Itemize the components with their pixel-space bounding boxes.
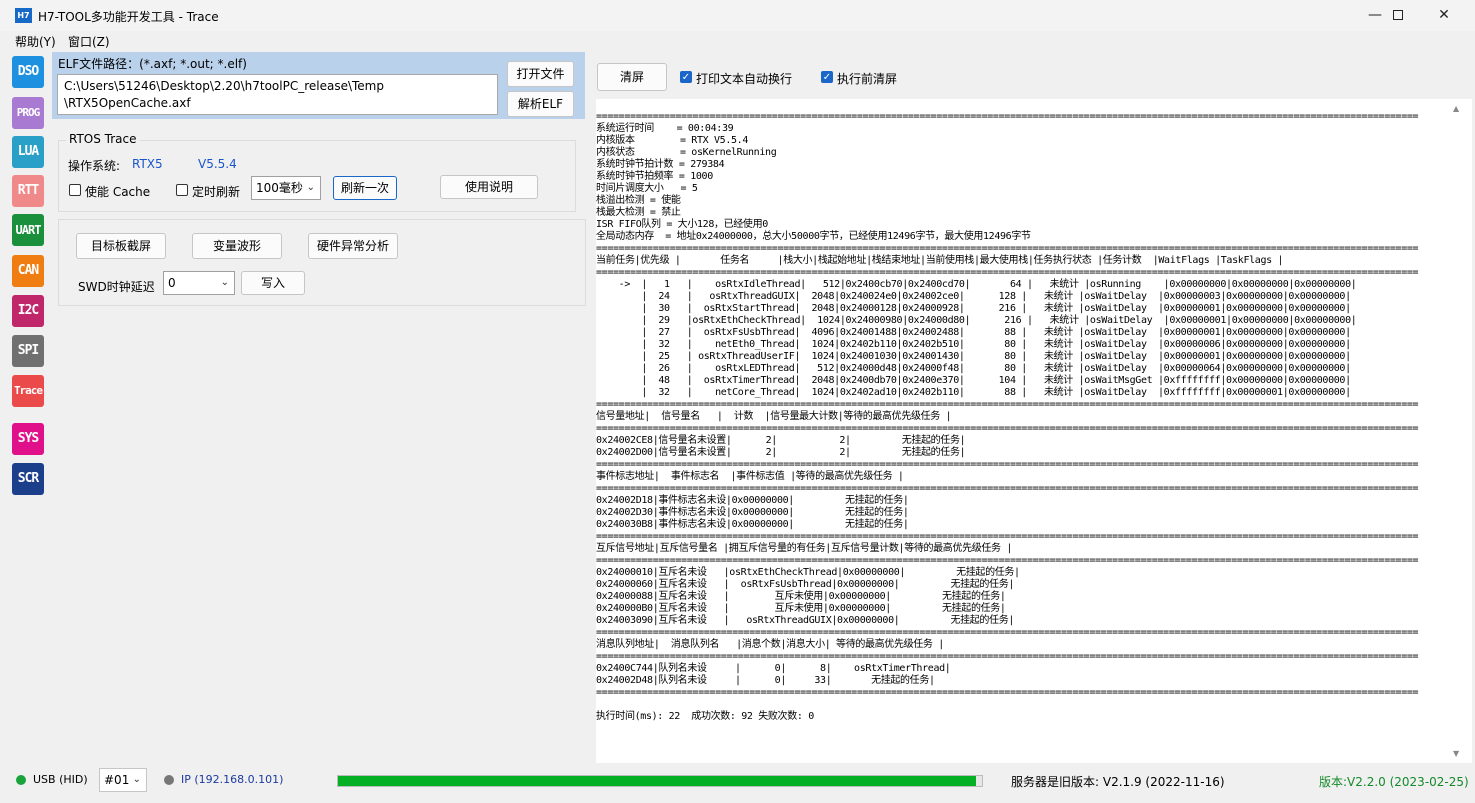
fault-analysis-button[interactable]: 硬件异常分析 [308, 233, 398, 259]
menu-window[interactable]: 窗口(Z) [68, 33, 110, 50]
rtos-trace-group: RTOS Trace 操作系统: RTX5 V5.5.4 使能 Cache 定时… [58, 132, 576, 212]
device-select[interactable]: #01 ⌄ [99, 768, 147, 792]
output-scrollbar[interactable]: ▲ ▼ [1442, 99, 1472, 763]
chevron-down-icon: ⌄ [306, 182, 315, 193]
autowrap-checkbox[interactable]: ✓ [680, 71, 692, 83]
elf-path-line1: C:\Users\51246\Desktop\2.20\h7toolPC_rel… [64, 79, 384, 93]
elf-path-field[interactable]: C:\Users\51246\Desktop\2.20\h7toolPC_rel… [57, 74, 498, 115]
app-logo-icon: H7 [15, 8, 32, 23]
trace-output-text[interactable]: ========================================… [596, 99, 1442, 763]
sidebar-scr-button[interactable]: SCR [12, 463, 44, 495]
interval-value: 100毫秒 [256, 181, 303, 195]
sidebar-spi-button[interactable]: SPI [12, 335, 44, 367]
elf-path-label: ELF文件路径：(*.axf; *.out; *.elf) [58, 57, 247, 71]
rtos-trace-title: RTOS Trace [66, 132, 140, 146]
swd-delay-value: 0 [168, 276, 176, 290]
ip-status-label: IP (192.168.0.101) [181, 773, 284, 786]
os-label: 操作系统: [68, 159, 121, 173]
scroll-up-icon[interactable]: ▲ [1453, 104, 1459, 113]
sidebar-trace-button[interactable]: Trace [12, 375, 44, 407]
server-version-label: 服务器是旧版本: V2.1.9 (2022-11-16) [1011, 775, 1225, 789]
sidebar-rtt-button[interactable]: RTT [12, 175, 44, 207]
tools-group: 目标板截屏 变量波形 硬件异常分析 SWD时钟延迟 0 ⌄ 写入 [58, 219, 586, 306]
left-panel: ELF文件路径：(*.axf; *.out; *.elf) C:\Users\5… [52, 52, 586, 765]
interval-select[interactable]: 100毫秒 ⌄ [251, 176, 321, 200]
sidebar-can-button[interactable]: CAN [12, 255, 44, 287]
output-panel: 清屏 ✓ 打印文本自动换行 ✓ 执行前清屏 ==================… [590, 52, 1475, 765]
window-title: H7-TOOL多功能开发工具 - Trace [38, 10, 219, 24]
variable-wave-button[interactable]: 变量波形 [192, 233, 282, 259]
write-button[interactable]: 写入 [241, 271, 305, 295]
maximize-button[interactable] [1375, 0, 1421, 31]
sidebar-sys-button[interactable]: SYS [12, 423, 44, 455]
sidebar-prog-button[interactable]: PROG [12, 97, 44, 129]
app-version-label: 版本:V2.2.0 (2023-02-25) [1319, 775, 1469, 789]
parse-elf-button[interactable]: 解析ELF [507, 91, 574, 117]
menu-help[interactable]: 帮助(Y) [15, 33, 56, 50]
chevron-down-icon: ⌄ [132, 774, 141, 785]
sidebar: DSO PROG LUA RTT UART CAN I2C SPI Trace … [0, 50, 50, 765]
swd-delay-select[interactable]: 0 ⌄ [163, 271, 235, 295]
sidebar-i2c-button[interactable]: I2C [12, 295, 44, 327]
cache-checkbox[interactable] [69, 184, 81, 196]
cache-label: 使能 Cache [85, 185, 151, 199]
sidebar-uart-button[interactable]: UART [12, 214, 44, 246]
swd-delay-label: SWD时钟延迟 [78, 280, 155, 294]
progress-bar [337, 775, 983, 787]
usb-status-label: USB (HID) [33, 773, 88, 786]
clear-screen-button[interactable]: 清屏 [597, 63, 667, 91]
timer-refresh-checkbox[interactable] [176, 184, 188, 196]
refresh-once-button[interactable]: 刷新一次 [333, 176, 397, 200]
timer-refresh-label: 定时刷新 [192, 185, 241, 199]
clear-before-label: 执行前清屏 [837, 72, 898, 86]
chevron-down-icon: ⌄ [220, 277, 229, 288]
scroll-down-icon[interactable]: ▼ [1453, 749, 1459, 758]
os-version: V5.5.4 [198, 157, 237, 171]
help-button[interactable]: 使用说明 [440, 175, 538, 199]
title-bar: H7 H7-TOOL多功能开发工具 - Trace — ✕ [0, 0, 1475, 31]
sidebar-dso-button[interactable]: DSO [12, 56, 44, 88]
device-value: #01 [104, 773, 130, 787]
progress-fill [338, 776, 976, 786]
ip-status-icon [164, 775, 174, 785]
sidebar-lua-button[interactable]: LUA [12, 136, 44, 168]
screenshot-button[interactable]: 目标板截屏 [76, 233, 166, 259]
clear-before-checkbox[interactable]: ✓ [821, 71, 833, 83]
close-icon: ✕ [1438, 7, 1450, 23]
elf-path-line2: \RTX5OpenCache.axf [64, 96, 191, 110]
close-button[interactable]: ✕ [1421, 0, 1467, 31]
status-bar: USB (HID) #01 ⌄ IP (192.168.0.101) 服务器是旧… [0, 767, 1475, 803]
open-file-button[interactable]: 打开文件 [507, 61, 574, 87]
trace-output-content: ========================================… [596, 111, 1419, 722]
usb-status-icon [16, 775, 26, 785]
os-name: RTX5 [132, 157, 163, 171]
elf-section: ELF文件路径：(*.axf; *.out; *.elf) C:\Users\5… [52, 52, 585, 119]
menu-bar: 帮助(Y) 窗口(Z) [0, 31, 1475, 50]
maximize-icon [1393, 10, 1403, 20]
autowrap-label: 打印文本自动换行 [696, 72, 793, 86]
